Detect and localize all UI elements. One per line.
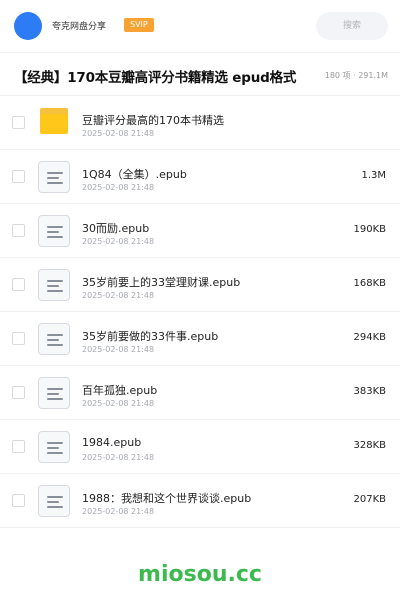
file-row[interactable]: 35岁前要做的33件事.epub 2025-02-08 21:48 294KB [0, 312, 400, 366]
file-size: 383KB [353, 386, 386, 397]
folder-row[interactable]: 豆瓣评分最高的170本书精选 2025-02-08 21:48 [0, 96, 400, 150]
file-name[interactable]: 30而励.epub [82, 220, 149, 236]
file-name[interactable]: 1Q84（全集）.epub [82, 166, 187, 182]
file-name[interactable]: 1988：我想和这个世界谈谈.epub [82, 490, 251, 506]
document-icon [38, 161, 70, 193]
svip-badge: SVIP [124, 18, 154, 32]
document-shape [38, 323, 70, 355]
file-date: 2025-02-08 21:48 [82, 345, 155, 354]
file-row[interactable]: 1Q84（全集）.epub 2025-02-08 21:48 1.3M [0, 150, 400, 204]
file-date: 2025-02-08 21:48 [82, 453, 155, 462]
row-checkbox[interactable] [12, 278, 25, 291]
file-size: 1.3M [361, 170, 386, 181]
file-row[interactable]: 35岁前要上的33堂理财课.epub 2025-02-08 21:48 168KB [0, 258, 400, 312]
file-date: 2025-02-08 21:48 [82, 291, 155, 300]
file-row[interactable]: 1984.epub 2025-02-08 21:48 328KB [0, 420, 400, 474]
avatar[interactable] [14, 12, 42, 40]
row-checkbox[interactable] [12, 440, 25, 453]
file-date: 2025-02-08 21:48 [82, 183, 155, 192]
file-name[interactable]: 豆瓣评分最高的170本书精选 [82, 112, 224, 128]
title-bar: 【经典】170本豆瓣高评分书籍精选 epud格式 180 项 · 291.1M [0, 52, 400, 96]
file-row[interactable]: 1988：我想和这个世界谈谈.epub 2025-02-08 21:48 207KB [0, 474, 400, 528]
document-icon [38, 323, 70, 355]
file-date: 2025-02-08 21:48 [82, 399, 155, 408]
file-name[interactable]: 1984.epub [82, 436, 141, 449]
file-date: 2025-02-08 21:48 [82, 237, 155, 246]
row-checkbox[interactable] [12, 224, 25, 237]
file-date: 2025-02-08 21:48 [82, 507, 155, 516]
file-name[interactable]: 百年孤独.epub [82, 382, 157, 398]
file-row[interactable]: 百年孤独.epub 2025-02-08 21:48 383KB [0, 366, 400, 420]
item-count-and-size: 180 项 · 291.1M [322, 70, 388, 81]
document-shape [38, 215, 70, 247]
document-shape [38, 269, 70, 301]
header: 夸克网盘分享 SVIP [0, 0, 400, 52]
document-icon [38, 431, 70, 463]
document-icon [38, 485, 70, 517]
file-row[interactable]: 30而励.epub 2025-02-08 21:48 190KB [0, 204, 400, 258]
file-size: 207KB [353, 494, 386, 505]
document-shape [38, 161, 70, 193]
file-date: 2025-02-08 21:48 [82, 129, 155, 138]
document-icon [38, 215, 70, 247]
row-checkbox[interactable] [12, 386, 25, 399]
row-checkbox[interactable] [12, 332, 25, 345]
row-checkbox[interactable] [12, 494, 25, 507]
file-size: 294KB [353, 332, 386, 343]
brand-name: 夸克网盘分享 [52, 22, 107, 32]
watermark: miosou.cc [138, 562, 262, 587]
document-shape [38, 377, 70, 409]
file-name[interactable]: 35岁前要做的33件事.epub [82, 328, 218, 344]
file-name[interactable]: 35岁前要上的33堂理财课.epub [82, 274, 240, 290]
row-checkbox[interactable] [12, 116, 25, 129]
file-list: 豆瓣评分最高的170本书精选 2025-02-08 21:48 1Q84（全集）.e… [0, 96, 400, 528]
search-input[interactable] [316, 12, 388, 40]
document-icon [38, 269, 70, 301]
folder-shape [40, 108, 68, 134]
file-size: 168KB [353, 278, 386, 289]
document-shape [38, 431, 70, 463]
document-icon [38, 377, 70, 409]
folder-icon [38, 107, 70, 139]
file-size: 190KB [353, 224, 386, 235]
page-title: 【经典】170本豆瓣高评分书籍精选 epud格式 [14, 70, 297, 86]
file-size: 328KB [353, 440, 386, 451]
row-checkbox[interactable] [12, 170, 25, 183]
document-shape [38, 485, 70, 517]
